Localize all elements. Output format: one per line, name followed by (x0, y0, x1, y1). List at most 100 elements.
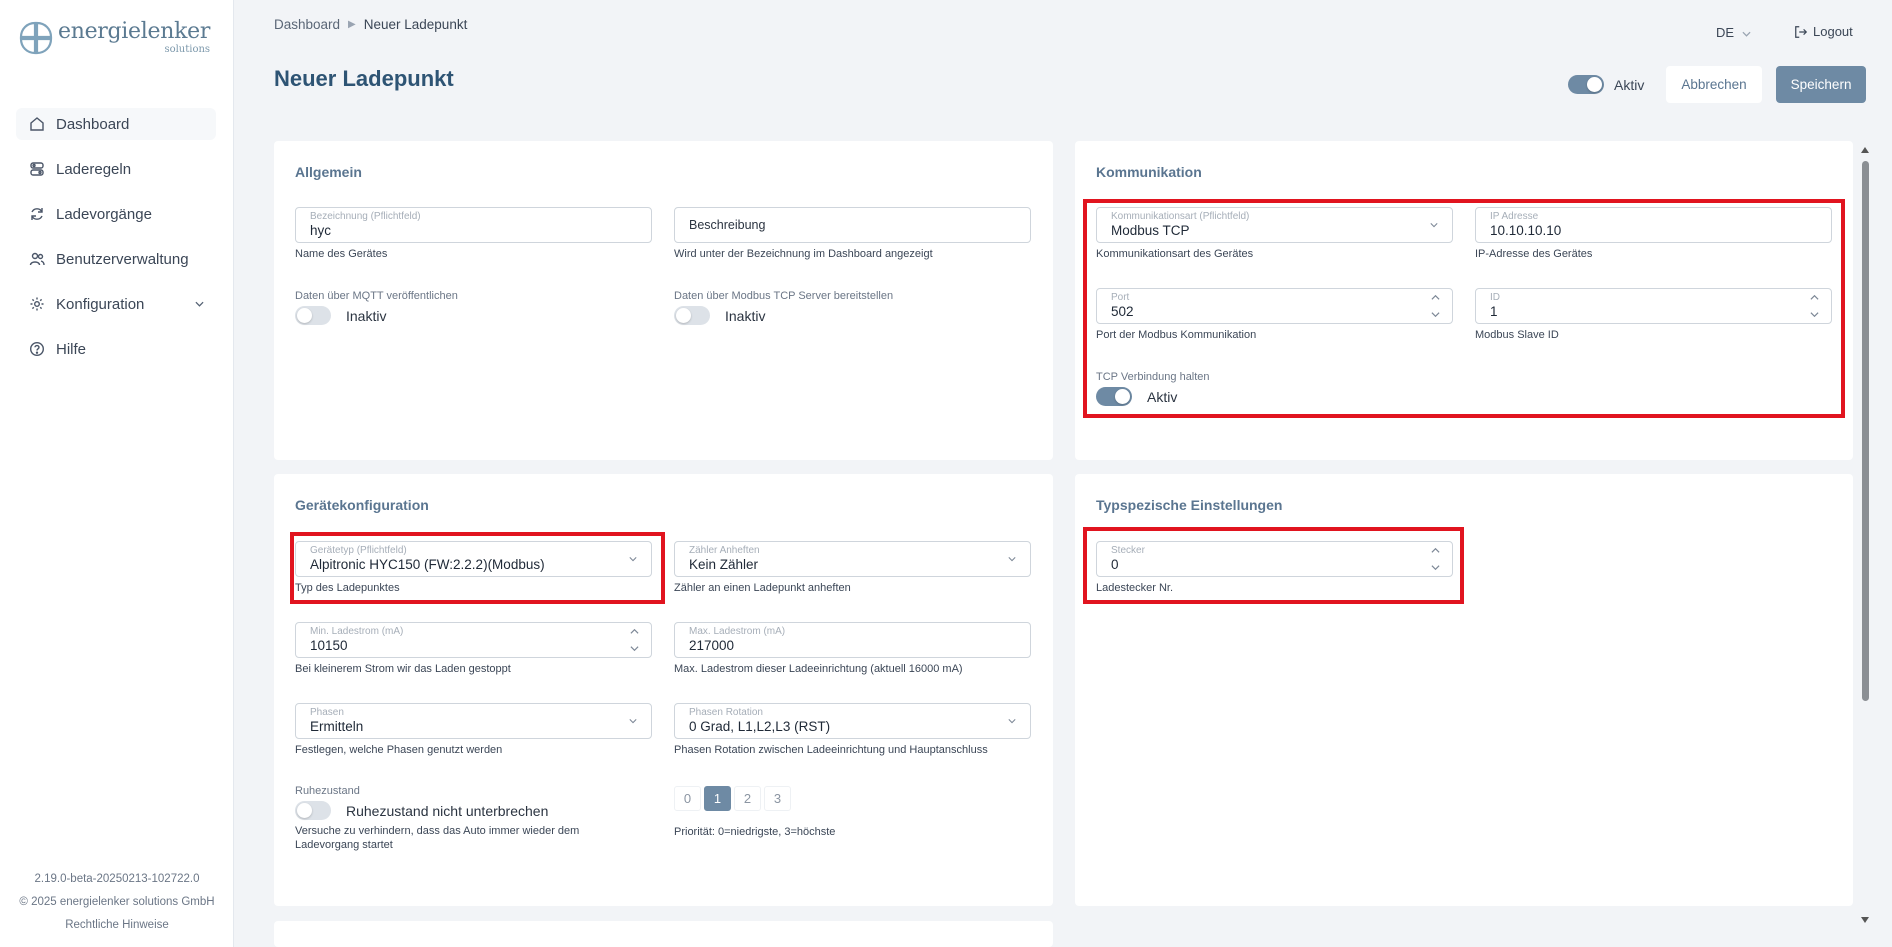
field-helper: Typ des Ladepunktes (295, 582, 400, 594)
scrollbar-thumb[interactable] (1862, 161, 1869, 701)
chevron-down-icon[interactable] (1809, 311, 1819, 318)
field-helper: Port der Modbus Kommunikation (1096, 329, 1257, 341)
priority-option[interactable]: 1 (704, 786, 731, 811)
description-input[interactable]: Beschreibung (674, 207, 1031, 243)
min-current-input[interactable]: Min. Ladestrom (mA) 10150 (295, 622, 652, 658)
name-input[interactable]: Bezeichnung (Pflichtfeld) hyc (295, 207, 652, 243)
max-current-field: Max. Ladestrom (mA) 217000 Max. Ladestro… (674, 622, 1031, 676)
breadcrumb-separator-icon: ▶ (348, 19, 356, 30)
rules-icon (28, 160, 46, 178)
mqtt-toggle[interactable] (295, 306, 331, 325)
field-placeholder: Beschreibung (689, 218, 766, 232)
field-label: Phasen (310, 707, 344, 718)
card-title: Kommunikation (1096, 164, 1202, 180)
chevron-down-icon (629, 557, 637, 562)
priority-option[interactable]: 3 (764, 786, 791, 811)
description-field: Beschreibung Wird unter der Bezeichnung … (674, 207, 1031, 261)
field-helper: Festlegen, welche Phasen genutzt werden (295, 744, 503, 756)
phase-rotation-field: Phasen Rotation 0 Grad, L1,L2,L3 (RST) P… (674, 703, 1031, 757)
sidebar-item-benutzerverwaltung[interactable]: Benutzerverwaltung (16, 243, 216, 275)
field-helper: Phasen Rotation zwischen Ladeeinrichtung… (674, 744, 988, 756)
sidebar-item-label: Ladevorgänge (56, 205, 152, 223)
sidebar-item-hilfe[interactable]: Hilfe (16, 333, 216, 365)
field-label: Max. Ladestrom (mA) (689, 626, 786, 637)
sidebar-item-laderegeln[interactable]: Laderegeln (16, 153, 216, 185)
logout-label: Logout (1813, 24, 1853, 39)
sidebar-item-konfiguration[interactable]: Konfiguration (16, 288, 216, 320)
field-helper: Modbus Slave ID (1475, 329, 1559, 341)
field-helper: Versuche zu verhindern, dass das Auto im… (295, 825, 580, 851)
logout-button[interactable]: Logout (1794, 24, 1853, 39)
number-stepper[interactable] (1430, 547, 1440, 571)
priority-option[interactable]: 0 (674, 786, 701, 811)
keep-alive-toggle[interactable] (1096, 387, 1132, 406)
scroll-down-icon[interactable] (1861, 917, 1869, 923)
priority-option[interactable]: 2 (734, 786, 761, 811)
language-select[interactable]: DE (1716, 25, 1751, 40)
card-device-config: Gerätekonfiguration Gerätetyp (Pflichtfe… (274, 474, 1053, 906)
help-icon (28, 340, 46, 358)
chevron-up-icon[interactable] (629, 628, 639, 635)
logout-icon (1795, 25, 1808, 38)
slave-id-input[interactable]: ID 1 (1475, 288, 1832, 324)
cancel-button[interactable]: Abbrechen (1666, 66, 1762, 103)
rest-state-setting: Ruhezustand Ruhezustand nicht unterbrech… (295, 785, 652, 852)
field-label: Gerätetyp (Pflichtfeld) (310, 545, 407, 556)
field-helper: Kommunikationsart des Gerätes (1096, 248, 1254, 260)
sidebar-item-ladevorgaenge[interactable]: Ladevorgänge (16, 198, 216, 230)
brand-logo[interactable]: energielenker solutions (18, 20, 210, 56)
field-label: Bezeichnung (Pflichtfeld) (310, 211, 421, 222)
language-value: DE (1716, 25, 1735, 40)
max-current-input[interactable]: Max. Ladestrom (mA) 217000 (674, 622, 1031, 658)
chevron-down-icon[interactable] (1430, 564, 1440, 571)
active-toggle[interactable] (1568, 75, 1604, 94)
ip-field: IP Adresse 10.10.10.10 IP-Adresse des Ge… (1475, 207, 1832, 261)
field-helper: Max. Ladestrom dieser Ladeeinrichtung (a… (674, 663, 963, 675)
phases-select[interactable]: Phasen Ermitteln (295, 703, 652, 739)
plug-field: Stecker 0 Ladestecker Nr. (1096, 541, 1453, 595)
chevron-down-icon (1430, 223, 1438, 228)
field-label: Zähler Anheften (689, 545, 760, 556)
home-icon (28, 115, 46, 133)
scrollbar[interactable] (1858, 145, 1872, 927)
chevron-down-icon[interactable] (629, 645, 639, 652)
comm-type-select[interactable]: Kommunikationsart (Pflichtfeld) Modbus T… (1096, 207, 1453, 243)
modbus-server-toggle[interactable] (674, 306, 710, 325)
copyright-text: © 2025 energielenker solutions GmbH (19, 896, 215, 908)
field-label: Port (1111, 292, 1130, 303)
breadcrumb-root[interactable]: Dashboard (274, 17, 340, 32)
save-button[interactable]: Speichern (1775, 66, 1867, 103)
ip-input[interactable]: IP Adresse 10.10.10.10 (1475, 207, 1832, 243)
chevron-up-icon[interactable] (1809, 294, 1819, 301)
number-stepper[interactable] (1430, 294, 1440, 318)
brand-name: energielenker (58, 19, 211, 44)
field-value: hyc (310, 223, 332, 238)
field-value: 10.10.10.10 (1490, 223, 1562, 238)
min-current-field: Min. Ladestrom (mA) 10150 Bei kleinerem … (295, 622, 652, 676)
device-type-field: Gerätetyp (Pflichtfeld) Alpitronic HYC15… (295, 541, 652, 595)
modbus-server-setting: Daten über Modbus TCP Server bereitstell… (674, 290, 1031, 325)
device-type-select[interactable]: Gerätetyp (Pflichtfeld) Alpitronic HYC15… (295, 541, 652, 577)
legal-link[interactable]: Rechtliche Hinweise (0, 914, 234, 937)
rest-state-toggle[interactable] (295, 801, 331, 820)
logo-icon (19, 21, 53, 55)
number-stepper[interactable] (629, 628, 639, 652)
keep-alive-setting: TCP Verbindung halten Aktiv (1096, 371, 1453, 406)
plug-input[interactable]: Stecker 0 (1096, 541, 1453, 577)
phase-rotation-select[interactable]: Phasen Rotation 0 Grad, L1,L2,L3 (RST) (674, 703, 1031, 739)
field-value: 0 Grad, L1,L2,L3 (RST) (689, 719, 831, 734)
chevron-up-icon[interactable] (1430, 294, 1440, 301)
sidebar-item-dashboard[interactable]: Dashboard (16, 108, 216, 140)
field-label: Min. Ladestrom (mA) (310, 626, 404, 637)
scroll-up-icon[interactable] (1861, 147, 1869, 153)
number-stepper[interactable] (1809, 294, 1819, 318)
meter-select[interactable]: Zähler Anheften Kein Zähler (674, 541, 1031, 577)
meter-field: Zähler Anheften Kein Zähler Zähler an ei… (674, 541, 1031, 595)
chevron-down-icon[interactable] (1430, 311, 1440, 318)
gear-icon (28, 295, 46, 313)
port-input[interactable]: Port 502 (1096, 288, 1453, 324)
chevron-up-icon[interactable] (1430, 547, 1440, 554)
priority-helper: Priorität: 0=niedrigste, 3=höchste (674, 826, 836, 838)
field-value: 1 (1490, 304, 1498, 319)
version-text: 2.19.0-beta-20250213-102722.0 (34, 873, 200, 885)
